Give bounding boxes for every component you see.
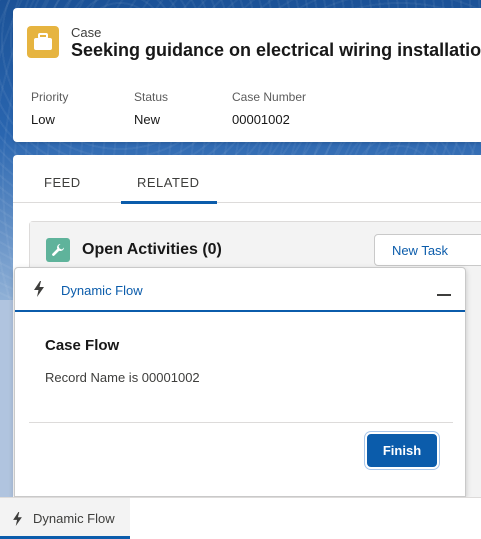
flow-text: Record Name is 00001002: [45, 370, 200, 385]
utility-bar: Dynamic Flow: [0, 497, 481, 539]
field-label: Case Number: [232, 90, 307, 104]
lightning-bolt-icon: [33, 281, 45, 302]
active-tab-indicator: [121, 201, 217, 204]
open-activities-title: Open Activities (0): [82, 241, 222, 258]
field-value: Low: [31, 112, 55, 127]
record-highlights: Case Seeking guidance on electrical wiri…: [13, 8, 481, 142]
entity-label: Case: [71, 25, 102, 40]
flow-title: Case Flow: [45, 337, 120, 354]
field-status: Status New: [134, 90, 168, 127]
utility-bar-item-dynamic-flow[interactable]: Dynamic Flow: [0, 498, 130, 539]
minimize-button[interactable]: [431, 284, 455, 304]
new-task-button[interactable]: New Task: [374, 234, 466, 266]
finish-button[interactable]: Finish: [367, 434, 437, 467]
open-activities-header: Open Activities (0) New Task: [30, 222, 481, 266]
field-label: Priority: [31, 90, 69, 104]
record-title: Seeking guidance on electrical wiring in…: [71, 40, 481, 60]
minimize-icon: [437, 294, 451, 296]
field-value: New: [134, 112, 161, 127]
dynamic-flow-panel: Dynamic Flow Case Flow Record Name is 00…: [14, 267, 466, 497]
panel-header: Dynamic Flow: [15, 268, 465, 312]
field-priority: Priority Low: [31, 90, 68, 127]
field-label: Status: [134, 90, 169, 104]
divider: [29, 422, 453, 423]
utility-bar-item-label: Dynamic Flow: [33, 511, 115, 526]
panel-title: Dynamic Flow: [61, 283, 143, 298]
tab-feed[interactable]: FEED: [44, 175, 81, 190]
actions-dropdown-button[interactable]: [465, 234, 481, 266]
wrench-icon: [46, 238, 70, 262]
field-value: 00001002: [232, 112, 290, 127]
tab-bar: FEED RELATED: [13, 155, 481, 204]
lightning-bolt-icon: [12, 512, 23, 531]
briefcase-icon: [27, 26, 59, 58]
tab-related[interactable]: RELATED: [137, 175, 200, 190]
field-case-number: Case Number 00001002: [232, 90, 306, 127]
